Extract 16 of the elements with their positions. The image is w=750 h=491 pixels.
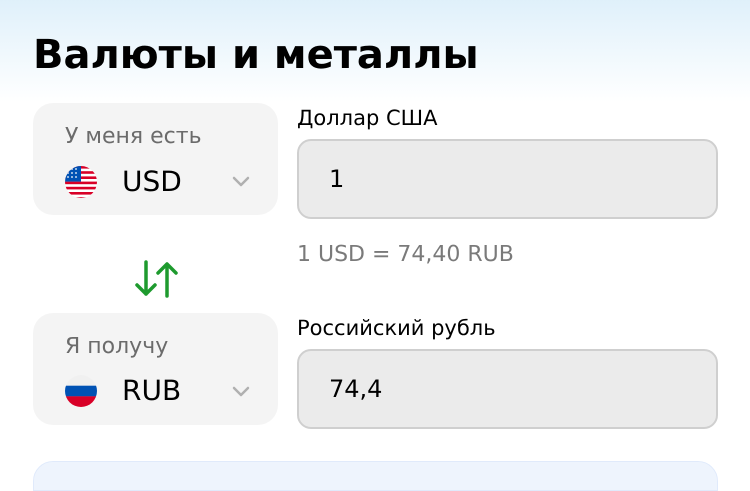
currency-selector[interactable]: У меня есть USD (33, 103, 278, 215)
currency-name: Российский рубль (297, 314, 497, 341)
exchange-rate: 1 USD = 74,40 RUB (297, 241, 515, 269)
currency-selector[interactable]: Я получу RUB (33, 312, 278, 425)
swap-arrows-icon[interactable] (132, 258, 178, 299)
chevron-down-icon (232, 176, 250, 187)
selector-label: Я получу (65, 332, 170, 360)
currency-code: USD (122, 164, 182, 200)
selector-label: У меня есть (65, 123, 203, 150)
amount-field[interactable]: 1 (297, 139, 718, 220)
amount-field[interactable]: 74,4 (297, 349, 718, 429)
currency-code: RUB (122, 373, 182, 410)
page-title: Валюты и металлы (33, 31, 480, 80)
chevron-down-icon (232, 386, 250, 397)
flag-icon (65, 166, 97, 198)
currency-name: Доллар США (297, 105, 438, 132)
